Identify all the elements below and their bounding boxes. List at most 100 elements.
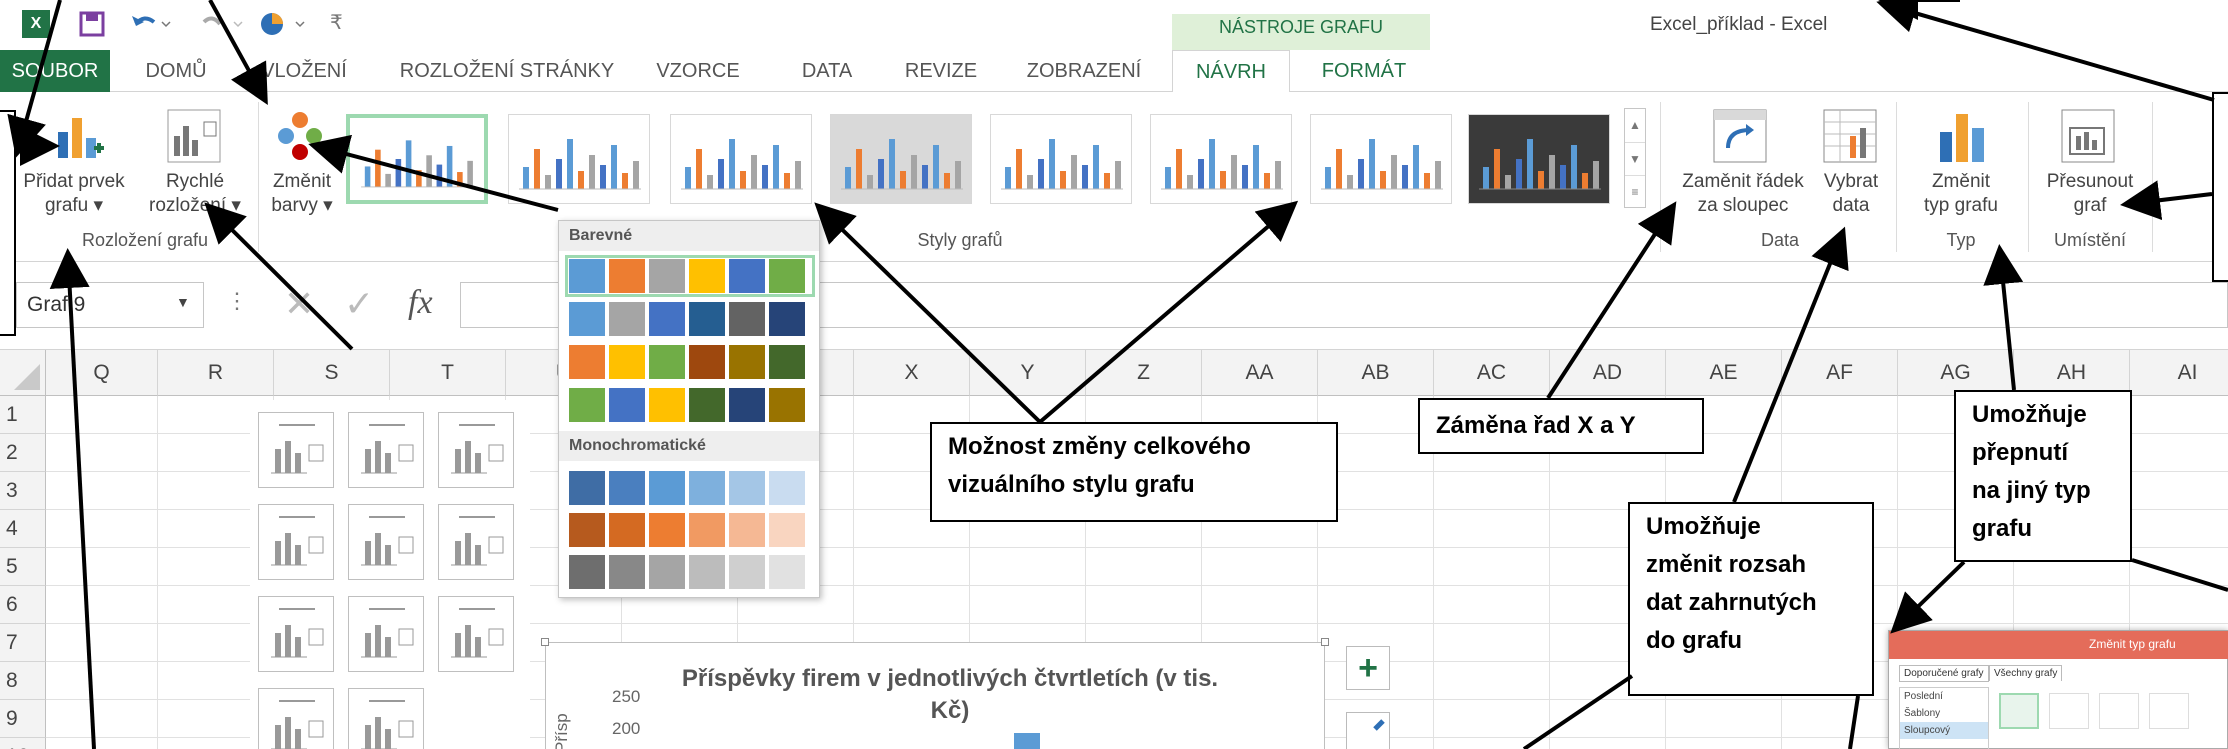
color-swatch[interactable] <box>569 345 605 379</box>
color-swatch[interactable] <box>609 471 645 505</box>
column-header[interactable]: AI <box>2130 350 2228 396</box>
color-swatch[interactable] <box>649 345 685 379</box>
column-header[interactable]: AE <box>1666 350 1782 396</box>
gallery-scroll[interactable]: ▲ ▼ ≡ <box>1624 108 1646 208</box>
row-header[interactable]: 5 <box>0 548 46 586</box>
layout-thumbnail[interactable] <box>258 596 334 672</box>
dialog-chart-subtype[interactable] <box>2049 693 2089 729</box>
change-colors-button[interactable]: Změnit barvy ▾ <box>262 170 342 218</box>
column-header[interactable]: AB <box>1318 350 1434 396</box>
chart-style-thumbnail[interactable] <box>990 114 1132 204</box>
chart-styles-brush-icon[interactable] <box>1346 712 1390 749</box>
column-header[interactable]: Y <box>970 350 1086 396</box>
row-header[interactable]: 4 <box>0 510 46 548</box>
row-header[interactable]: 7 <box>0 624 46 662</box>
dialog-tab-all[interactable]: Všechny grafy <box>1989 665 2063 681</box>
color-swatch[interactable] <box>609 555 645 589</box>
gallery-up-icon[interactable]: ▲ <box>1625 109 1645 142</box>
color-swatch[interactable] <box>649 471 685 505</box>
row-header[interactable]: 2 <box>0 434 46 472</box>
chart-style-thumbnail[interactable] <box>1468 114 1610 204</box>
dialog-chart-subtype[interactable] <box>2149 693 2189 729</box>
layout-thumbnail[interactable] <box>438 596 514 672</box>
color-swatch[interactable] <box>769 513 805 547</box>
undo-icon[interactable] <box>128 10 174 38</box>
cancel-icon[interactable]: ✕ <box>284 286 314 322</box>
switch-row-column-button[interactable]: Zaměnit řádek za sloupec <box>1668 170 1818 218</box>
color-swatch[interactable] <box>689 555 725 589</box>
color-swatch[interactable] <box>689 388 725 422</box>
chart-title[interactable]: Příspěvky firem v jednotlivých čtvrtletí… <box>650 663 1250 727</box>
color-swatch[interactable] <box>609 513 645 547</box>
layout-thumbnail[interactable] <box>258 504 334 580</box>
column-header[interactable]: S <box>274 350 390 396</box>
name-box-dropdown-icon[interactable]: ▼ <box>176 294 190 310</box>
qat-customize-icon[interactable]: ₹ <box>330 10 343 35</box>
layout-thumbnail[interactable] <box>438 412 514 488</box>
chart-style-thumbnail[interactable] <box>346 114 488 204</box>
color-swatch[interactable] <box>769 388 805 422</box>
column-header[interactable]: T <box>390 350 506 396</box>
color-swatch[interactable] <box>689 345 725 379</box>
chart-handle[interactable] <box>541 638 549 646</box>
column-header[interactable]: AF <box>1782 350 1898 396</box>
color-swatch[interactable] <box>729 345 765 379</box>
layout-thumbnail[interactable] <box>438 504 514 580</box>
dialog-tab-recommended[interactable]: Doporučené grafy <box>1899 665 1989 682</box>
tab-insert[interactable]: VLOŽENÍ <box>254 50 354 92</box>
color-swatch[interactable] <box>649 555 685 589</box>
color-swatch[interactable] <box>689 302 725 336</box>
color-swatch[interactable] <box>649 513 685 547</box>
color-swatch[interactable] <box>609 388 645 422</box>
add-chart-element-button[interactable]: Přidat prvek grafu ▾ <box>14 170 134 218</box>
layout-thumbnail[interactable] <box>348 412 424 488</box>
row-header[interactable]: 10 <box>0 738 46 749</box>
tab-review[interactable]: REVIZE <box>896 50 986 92</box>
color-swatch[interactable] <box>729 302 765 336</box>
layout-thumbnail[interactable] <box>348 688 424 749</box>
color-swatch[interactable] <box>729 555 765 589</box>
color-swatch[interactable] <box>569 302 605 336</box>
color-swatch[interactable] <box>649 302 685 336</box>
color-swatch[interactable] <box>569 513 605 547</box>
color-swatch[interactable] <box>609 345 645 379</box>
tab-formulas[interactable]: VZORCE <box>650 50 746 92</box>
select-all-corner[interactable] <box>0 350 46 396</box>
gallery-more-icon[interactable]: ≡ <box>1625 175 1645 207</box>
column-header[interactable]: AD <box>1550 350 1666 396</box>
chart-style-thumbnail[interactable] <box>1310 114 1452 204</box>
row-header[interactable]: 6 <box>0 586 46 624</box>
dialog-item-column[interactable]: Sloupcový <box>1900 722 1988 739</box>
row-header[interactable]: 9 <box>0 700 46 738</box>
redo-icon[interactable] <box>200 10 246 38</box>
dialog-item-recent[interactable]: Poslední <box>1900 688 1988 705</box>
color-swatch[interactable] <box>689 513 725 547</box>
column-header[interactable]: AA <box>1202 350 1318 396</box>
save-icon[interactable] <box>78 10 106 38</box>
tab-page-layout[interactable]: ROZLOŽENÍ STRÁNKY <box>394 50 620 92</box>
column-header[interactable]: Q <box>46 350 158 396</box>
chart-style-thumbnail[interactable] <box>670 114 812 204</box>
tab-data[interactable]: DATA <box>790 50 864 92</box>
tab-design[interactable]: NÁVRH <box>1172 50 1290 93</box>
color-swatch[interactable] <box>689 471 725 505</box>
layout-thumbnail[interactable] <box>348 596 424 672</box>
enter-icon[interactable]: ✓ <box>344 286 374 322</box>
dialog-chart-subtype[interactable] <box>2099 693 2139 729</box>
color-swatch[interactable] <box>569 471 605 505</box>
color-swatch[interactable] <box>769 471 805 505</box>
color-swatch[interactable] <box>569 555 605 589</box>
row-header[interactable]: 1 <box>0 396 46 434</box>
row-header[interactable]: 3 <box>0 472 46 510</box>
color-swatch[interactable] <box>569 388 605 422</box>
tab-view[interactable]: ZOBRAZENÍ <box>1016 50 1152 92</box>
column-header[interactable]: X <box>854 350 970 396</box>
tab-home[interactable]: DOMŮ <box>128 50 224 92</box>
insert-function-icon[interactable]: fx <box>408 284 433 322</box>
change-chart-type-button[interactable]: Změnit typ grafu <box>1906 170 2016 218</box>
color-swatch[interactable] <box>609 302 645 336</box>
gallery-down-icon[interactable]: ▼ <box>1625 142 1645 175</box>
column-header[interactable]: Z <box>1086 350 1202 396</box>
chart-quick-icon[interactable] <box>258 10 314 38</box>
chart-elements-plus-icon[interactable]: + <box>1346 646 1390 690</box>
